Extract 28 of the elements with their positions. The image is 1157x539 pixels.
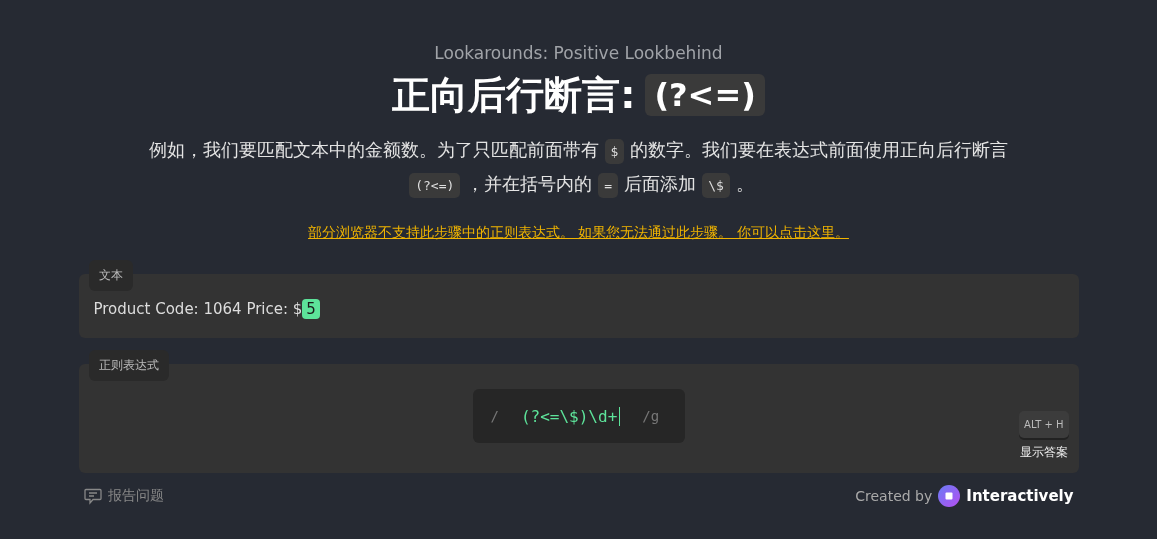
logo-icon xyxy=(938,485,961,507)
description-text: 。 xyxy=(735,173,754,194)
code-chip: (?<=) xyxy=(409,173,461,198)
match-highlight: 5 xyxy=(302,299,320,319)
panel-label: 文本 xyxy=(88,260,133,291)
code-chip: = xyxy=(598,173,619,198)
created-by-text: Created by xyxy=(855,488,933,504)
report-link[interactable]: 报告问题 xyxy=(107,487,164,505)
description-text: ，并在括号内的 xyxy=(466,173,593,194)
regex-input[interactable]: / (?<=\$)\d+ /g xyxy=(472,389,685,443)
panel-label: 正则表达式 xyxy=(88,350,169,381)
code-chip: (?<=) xyxy=(645,74,765,116)
code-chip: \$ xyxy=(702,173,730,198)
shortcut-button[interactable]: ALT + H xyxy=(1019,411,1069,438)
lesson-subtitle: Lookarounds: Positive Lookbehind xyxy=(434,42,723,64)
description-text: 后面添加 xyxy=(624,173,697,194)
lesson-title: 正向后行断言: xyxy=(392,72,636,119)
brand-name: Interactively xyxy=(966,487,1074,505)
regex-text: (?<=\$)\d+ xyxy=(520,406,621,426)
show-answer-label: 显示答案 xyxy=(1019,444,1068,461)
description-text: 的数字。我们要在表达式前面使用正向后行断言 xyxy=(630,139,1009,160)
warning-link[interactable]: 部分浏览器不支持此步骤中的正则表达式。 如果您无法通过此步骤。 你可以点击这里。 xyxy=(308,224,849,242)
regex-flags: /g xyxy=(642,408,660,424)
code-chip: $ xyxy=(604,139,625,164)
sample-text: Product Code: 1064 Price: $ xyxy=(93,300,303,318)
regex-delimiter: / xyxy=(490,408,499,424)
comment-icon xyxy=(83,487,102,505)
description-text: 例如，我们要匹配文本中的金额数。为了只匹配前面带有 xyxy=(148,139,599,160)
